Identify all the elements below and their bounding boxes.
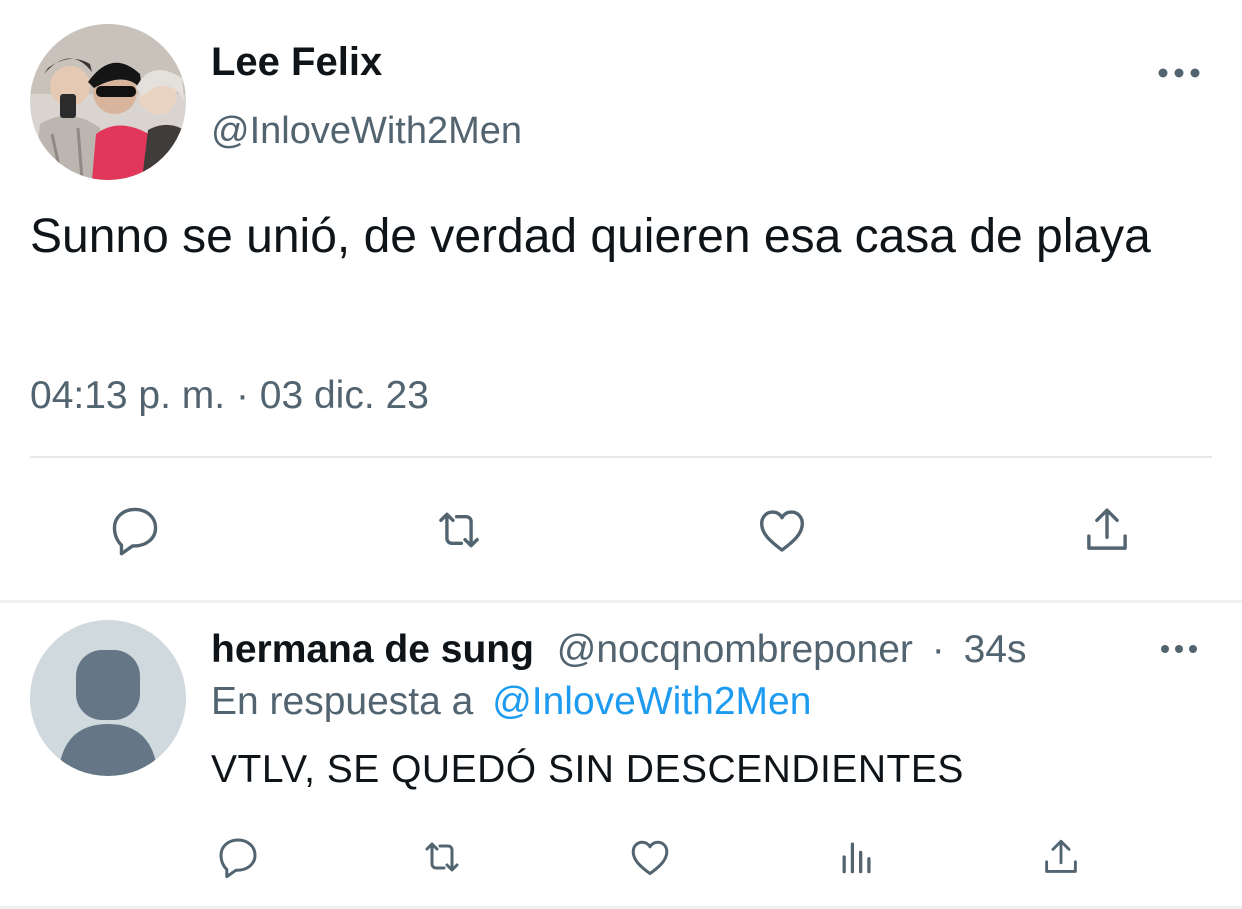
like-button[interactable] [751, 500, 813, 560]
reply-text: VTLV, SE QUEDÓ SIN DESCENDIENTES [211, 748, 964, 791]
in-reply-handle-link[interactable]: @InloveWith2Men [492, 680, 811, 723]
share-icon [1045, 839, 1077, 873]
divider [30, 456, 1212, 458]
avatar-photo-icon [30, 24, 186, 180]
author-avatar[interactable] [30, 24, 186, 180]
reply-author-name[interactable]: hermana de sung [211, 628, 534, 671]
tweet-timestamp[interactable]: 04:13 p. m. · 03 dic. 23 [30, 374, 429, 418]
share-icon [1087, 508, 1127, 550]
separator-dot: · [931, 628, 945, 671]
reply-like-button[interactable] [625, 832, 675, 882]
retweet-icon [425, 842, 459, 872]
reply-more-options-button[interactable] [1155, 636, 1203, 662]
in-reply-to: En respuesta a @InloveWith2Men [211, 680, 811, 724]
like-icon [631, 840, 669, 876]
retweet-button[interactable] [427, 500, 491, 560]
views-icon [842, 842, 871, 874]
share-button[interactable] [1077, 500, 1137, 560]
more-options-button[interactable] [1155, 58, 1203, 88]
like-icon [760, 510, 804, 552]
more-horizontal-icon [1161, 645, 1197, 653]
reply-time[interactable]: 34s [964, 628, 1027, 671]
more-horizontal-icon [1158, 68, 1200, 78]
tweet-separator [0, 600, 1242, 603]
reply-icon [112, 507, 158, 556]
retweet-icon [439, 512, 479, 548]
reply-views-button[interactable] [834, 832, 880, 882]
reply-header: hermana de sung @nocqnombreponer · 34s [211, 628, 1027, 672]
reply-reply-button[interactable] [213, 832, 263, 882]
tweet-text: Sunno se unió, de verdad quieren esa cas… [30, 210, 1151, 263]
reply-retweet-button[interactable] [415, 832, 469, 882]
author-handle[interactable]: @InloveWith2Men [211, 110, 522, 153]
reply-share-button[interactable] [1037, 832, 1085, 882]
reply-button[interactable] [104, 500, 166, 560]
reply-author-handle[interactable]: @nocqnombreponer [557, 628, 913, 671]
in-reply-prefix: En respuesta a [211, 680, 474, 723]
reply-icon [219, 838, 257, 879]
author-name[interactable]: Lee Felix [211, 40, 382, 85]
reply-author-avatar[interactable] [30, 620, 186, 776]
default-avatar-icon [58, 650, 158, 776]
